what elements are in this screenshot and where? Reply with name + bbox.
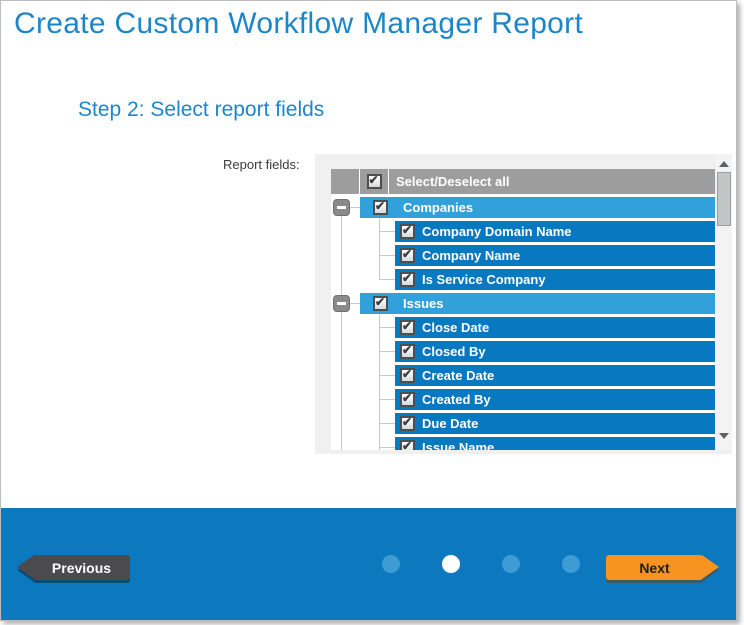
tree-row[interactable]: Issues: [360, 293, 715, 314]
row-label: Close Date: [422, 320, 489, 335]
row-label: Is Service Company: [422, 272, 546, 287]
row-label: Closed By: [422, 344, 486, 359]
minus-icon: [337, 302, 346, 305]
row-checkbox[interactable]: [400, 416, 415, 431]
report-fields-panel: Select/Deselect all Companies Company Dom…: [315, 154, 732, 454]
tree-connector-line: [379, 351, 395, 352]
expander-button[interactable]: [333, 199, 350, 216]
row-checkbox[interactable]: [400, 392, 415, 407]
select-all-label: Select/Deselect all: [396, 174, 509, 189]
row-label: Create Date: [422, 368, 494, 383]
step-heading: Step 2: Select report fields: [78, 98, 324, 122]
row-label: Created By: [422, 392, 491, 407]
previous-button[interactable]: Previous: [17, 555, 130, 580]
arrow-down-icon: [719, 433, 729, 439]
tree-row[interactable]: Closed By: [395, 341, 715, 362]
expander-button[interactable]: [333, 295, 350, 312]
tree-connector-line: [379, 255, 395, 256]
footer-bar: Previous Next: [1, 508, 736, 620]
scrollbar-up-button[interactable]: [716, 156, 732, 172]
select-all-checkbox[interactable]: [367, 174, 382, 189]
row-checkbox[interactable]: [400, 368, 415, 383]
tree-row[interactable]: Create Date: [395, 365, 715, 386]
row-label: Issue Name: [422, 440, 494, 450]
tree-connector-line: [379, 423, 395, 424]
row-checkbox[interactable]: [373, 296, 388, 311]
next-button-label: Next: [606, 555, 703, 580]
tree-connector-line: [379, 327, 395, 328]
row-label: Issues: [403, 296, 443, 311]
row-checkbox[interactable]: [400, 344, 415, 359]
tree-connector-line: [379, 279, 395, 280]
row-label: Due Date: [422, 416, 478, 431]
tree-row[interactable]: Close Date: [395, 317, 715, 338]
minus-icon: [337, 206, 346, 209]
previous-arrow-icon: [17, 555, 34, 579]
tree-row[interactable]: Is Service Company: [395, 269, 715, 290]
row-checkbox[interactable]: [400, 320, 415, 335]
tree-row[interactable]: Issue Name: [395, 437, 715, 450]
tree-row[interactable]: Company Domain Name: [395, 221, 715, 242]
arrow-up-icon: [719, 161, 729, 167]
next-arrow-icon: [702, 555, 719, 579]
row-checkbox[interactable]: [400, 224, 415, 239]
tree-header-checkbox-cell: [360, 169, 388, 194]
row-checkbox[interactable]: [373, 200, 388, 215]
step-dot: [562, 555, 580, 573]
report-fields-label: Report fields:: [223, 157, 300, 172]
row-checkbox[interactable]: [400, 440, 415, 450]
tree-connector-line: [350, 207, 360, 208]
previous-button-label: Previous: [33, 555, 130, 580]
scrollbar[interactable]: [716, 154, 732, 450]
tree-connector-line: [379, 375, 395, 376]
tree-row[interactable]: Created By: [395, 389, 715, 410]
tree-connector-line: [341, 312, 342, 450]
tree-connector-line: [379, 314, 380, 450]
tree-connector-line: [379, 218, 380, 280]
wizard-dialog: Create Custom Workflow Manager Report St…: [0, 0, 737, 621]
row-checkbox[interactable]: [400, 272, 415, 287]
tree-header-row[interactable]: Select/Deselect all: [389, 169, 715, 194]
tree-header-spacer-cell: [331, 169, 359, 194]
tree-row[interactable]: Companies: [360, 197, 715, 218]
tree-row[interactable]: Company Name: [395, 245, 715, 266]
row-label: Company Domain Name: [422, 224, 572, 239]
next-button[interactable]: Next: [606, 555, 716, 580]
tree-connector-line: [350, 303, 360, 304]
tree-row[interactable]: Due Date: [395, 413, 715, 434]
step-dot: [502, 555, 520, 573]
page-title: Create Custom Workflow Manager Report: [14, 7, 583, 41]
tree-connector-line: [379, 231, 395, 232]
step-dot: [442, 555, 460, 573]
tree-connector-line: [379, 399, 395, 400]
scrollbar-down-button[interactable]: [716, 428, 732, 444]
row-label: Company Name: [422, 248, 520, 263]
tree-grid: Select/Deselect all Companies Company Dom…: [331, 169, 715, 450]
row-label: Companies: [403, 200, 473, 215]
step-dot: [382, 555, 400, 573]
tree-connector-line: [379, 447, 395, 448]
row-checkbox[interactable]: [400, 248, 415, 263]
tree-connector-line: [341, 216, 342, 295]
scrollbar-thumb[interactable]: [717, 172, 731, 226]
